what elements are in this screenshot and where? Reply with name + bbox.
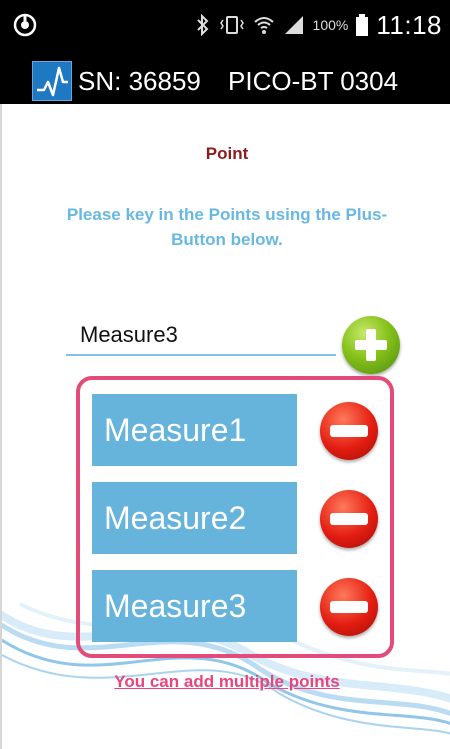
add-point-button[interactable] bbox=[342, 316, 400, 374]
list-item: Measure1 bbox=[92, 394, 392, 466]
hint-text: You can add multiple points bbox=[114, 672, 340, 691]
device-name: PICO-BT 0304 bbox=[228, 66, 399, 96]
point-label[interactable]: Measure3 bbox=[92, 570, 297, 642]
battery-percent: 100% bbox=[312, 17, 349, 33]
point-label[interactable]: Measure2 bbox=[92, 482, 297, 554]
instruction-text: Please key in the Points using the Plus-… bbox=[66, 205, 388, 249]
app-title-bar: SN: 36859 PICO-BT 0304 bbox=[0, 52, 450, 104]
point-label[interactable]: Measure1 bbox=[92, 394, 297, 466]
status-bar: 100% 11:18 bbox=[0, 0, 450, 52]
remove-point-button[interactable] bbox=[320, 490, 378, 548]
add-point-row bbox=[66, 316, 416, 376]
minus-icon bbox=[330, 513, 368, 525]
bluetooth-icon bbox=[195, 13, 211, 37]
battery-icon bbox=[356, 13, 369, 37]
points-list: Measure1 Measure2 Measure3 bbox=[76, 376, 394, 658]
wifi-icon bbox=[253, 13, 275, 37]
list-item: Measure2 bbox=[92, 482, 392, 554]
status-icons: 100% 11:18 bbox=[195, 9, 442, 40]
serial-number: SN: 36859 bbox=[78, 66, 201, 96]
minus-icon bbox=[330, 425, 368, 437]
list-item: Measure3 bbox=[92, 570, 392, 642]
remove-point-button[interactable] bbox=[320, 578, 378, 636]
point-name-input[interactable] bbox=[66, 316, 336, 356]
remove-point-button[interactable] bbox=[320, 402, 378, 460]
vibrate-icon bbox=[219, 13, 245, 37]
signal-icon bbox=[283, 13, 305, 37]
plus-icon bbox=[355, 329, 387, 361]
nfc-icon bbox=[12, 12, 38, 38]
page-title: Point bbox=[205, 144, 249, 163]
minus-icon bbox=[330, 601, 368, 613]
waveform-icon bbox=[32, 61, 72, 101]
point-screen: Point Please key in the Points using the… bbox=[0, 104, 450, 749]
clock: 11:18 bbox=[376, 9, 442, 40]
